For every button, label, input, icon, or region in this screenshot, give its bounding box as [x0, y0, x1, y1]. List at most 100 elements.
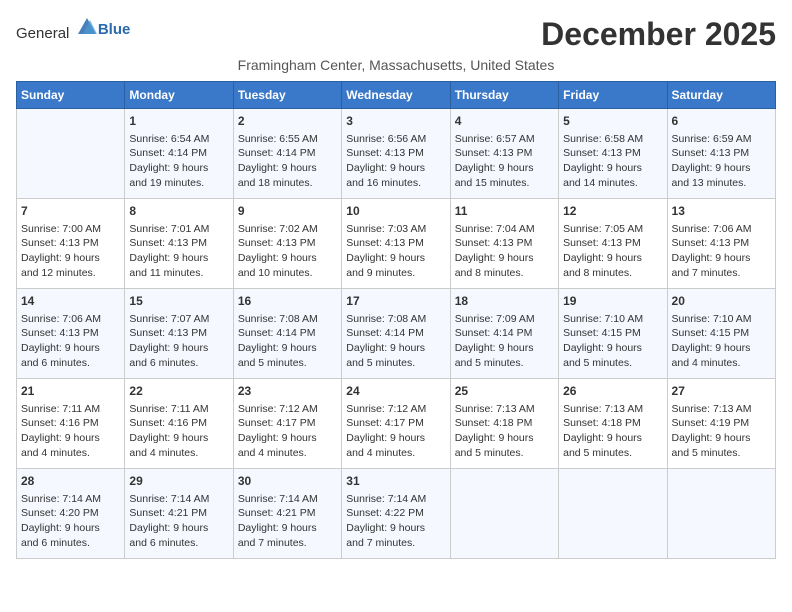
day-number: 21 [21, 383, 120, 400]
calendar-cell: 14 Sunrise: 7:06 AM Sunset: 4:13 PM Dayli… [17, 289, 125, 379]
calendar-cell: 23Sunrise: 7:12 AM Sunset: 4:17 PM Dayli… [233, 379, 341, 469]
day-number: 9 [238, 203, 337, 220]
day-number: 20 [672, 293, 771, 310]
calendar-cell: 27 Sunrise: 7:13 AM Sunset: 4:19 PM Dayli… [667, 379, 775, 469]
day-info: Sunrise: 7:11 AM Sunset: 4:16 PM Dayligh… [21, 402, 120, 461]
day-info: Sunrise: 7:13 AM Sunset: 4:18 PM Dayligh… [455, 402, 554, 461]
day-info: Sunrise: 6:58 AM Sunset: 4:13 PM Dayligh… [563, 132, 662, 191]
day-info: Sunrise: 7:03 AM Sunset: 4:13 PM Dayligh… [346, 222, 445, 281]
day-number: 2 [238, 113, 337, 130]
header-day-thursday: Thursday [450, 82, 558, 109]
day-info: Sunrise: 7:07 AM Sunset: 4:13 PM Dayligh… [129, 312, 228, 371]
day-info: Sunrise: 7:01 AM Sunset: 4:13 PM Dayligh… [129, 222, 228, 281]
day-number: 31 [346, 473, 445, 490]
calendar-cell: 3 Sunrise: 6:56 AM Sunset: 4:13 PM Daylig… [342, 109, 450, 199]
day-number: 28 [21, 473, 120, 490]
day-info: Sunrise: 6:54 AM Sunset: 4:14 PM Dayligh… [129, 132, 228, 191]
calendar-cell: 26 Sunrise: 7:13 AM Sunset: 4:18 PM Dayli… [559, 379, 667, 469]
calendar-cell: 20 Sunrise: 7:10 AM Sunset: 4:15 PM Dayli… [667, 289, 775, 379]
day-info: Sunrise: 7:12 AM Sunset: 4:17 PM Dayligh… [346, 402, 445, 461]
day-info: Sunrise: 7:10 AM Sunset: 4:15 PM Dayligh… [672, 312, 771, 371]
day-number: 15 [129, 293, 228, 310]
calendar-cell: 2 Sunrise: 6:55 AM Sunset: 4:14 PM Daylig… [233, 109, 341, 199]
day-number: 11 [455, 203, 554, 220]
day-number: 17 [346, 293, 445, 310]
day-info: Sunrise: 6:56 AM Sunset: 4:13 PM Dayligh… [346, 132, 445, 191]
day-info: Sunrise: 7:14 AM Sunset: 4:21 PM Dayligh… [129, 492, 228, 551]
page-header: General Blue December 2025 [16, 16, 776, 53]
location-title: Framingham Center, Massachusetts, United… [16, 57, 776, 73]
day-number: 18 [455, 293, 554, 310]
calendar-week-row: 7 Sunrise: 7:00 AM Sunset: 4:13 PM Daylig… [17, 199, 776, 289]
logo-general-text: General [16, 25, 69, 42]
day-info: Sunrise: 7:14 AM Sunset: 4:22 PM Dayligh… [346, 492, 445, 551]
day-info: Sunrise: 7:12 AM Sunset: 4:17 PM Dayligh… [238, 402, 337, 461]
day-number: 4 [455, 113, 554, 130]
calendar-week-row: 28 Sunrise: 7:14 AM Sunset: 4:20 PM Dayli… [17, 469, 776, 559]
day-number: 10 [346, 203, 445, 220]
day-info: Sunrise: 6:55 AM Sunset: 4:14 PM Dayligh… [238, 132, 337, 191]
day-number: 26 [563, 383, 662, 400]
day-number: 3 [346, 113, 445, 130]
header-day-saturday: Saturday [667, 82, 775, 109]
day-number: 14 [21, 293, 120, 310]
day-info: Sunrise: 7:13 AM Sunset: 4:19 PM Dayligh… [672, 402, 771, 461]
calendar-cell: 7 Sunrise: 7:00 AM Sunset: 4:13 PM Daylig… [17, 199, 125, 289]
day-info: Sunrise: 7:14 AM Sunset: 4:20 PM Dayligh… [21, 492, 120, 551]
calendar-cell: 15 Sunrise: 7:07 AM Sunset: 4:13 PM Dayli… [125, 289, 233, 379]
calendar-cell: 30 Sunrise: 7:14 AM Sunset: 4:21 PM Dayli… [233, 469, 341, 559]
calendar-cell: 11 Sunrise: 7:04 AM Sunset: 4:13 PM Dayli… [450, 199, 558, 289]
day-number: 22 [129, 383, 228, 400]
header-day-friday: Friday [559, 82, 667, 109]
day-info: Sunrise: 7:11 AM Sunset: 4:16 PM Dayligh… [129, 402, 228, 461]
calendar-cell: 9 Sunrise: 7:02 AM Sunset: 4:13 PM Daylig… [233, 199, 341, 289]
calendar-cell: 4 Sunrise: 6:57 AM Sunset: 4:13 PM Daylig… [450, 109, 558, 199]
calendar-cell: 13 Sunrise: 7:06 AM Sunset: 4:13 PM Dayli… [667, 199, 775, 289]
header-day-tuesday: Tuesday [233, 82, 341, 109]
day-info: Sunrise: 7:05 AM Sunset: 4:13 PM Dayligh… [563, 222, 662, 281]
day-info: Sunrise: 7:02 AM Sunset: 4:13 PM Dayligh… [238, 222, 337, 281]
day-number: 8 [129, 203, 228, 220]
calendar-cell: 16Sunrise: 7:08 AM Sunset: 4:14 PM Dayli… [233, 289, 341, 379]
calendar-week-row: 1Sunrise: 6:54 AM Sunset: 4:14 PM Daylig… [17, 109, 776, 199]
calendar-cell: 12 Sunrise: 7:05 AM Sunset: 4:13 PM Dayli… [559, 199, 667, 289]
calendar-cell: 19 Sunrise: 7:10 AM Sunset: 4:15 PM Dayli… [559, 289, 667, 379]
day-number: 5 [563, 113, 662, 130]
day-number: 30 [238, 473, 337, 490]
day-info: Sunrise: 6:57 AM Sunset: 4:13 PM Dayligh… [455, 132, 554, 191]
day-info: Sunrise: 7:08 AM Sunset: 4:14 PM Dayligh… [346, 312, 445, 371]
calendar-cell: 24Sunrise: 7:12 AM Sunset: 4:17 PM Dayli… [342, 379, 450, 469]
day-number: 16 [238, 293, 337, 310]
day-number: 12 [563, 203, 662, 220]
logo-icon [76, 16, 98, 38]
day-info: Sunrise: 7:10 AM Sunset: 4:15 PM Dayligh… [563, 312, 662, 371]
month-year-title: December 2025 [541, 16, 776, 53]
header-day-sunday: Sunday [17, 82, 125, 109]
day-number: 27 [672, 383, 771, 400]
day-info: Sunrise: 7:06 AM Sunset: 4:13 PM Dayligh… [21, 312, 120, 371]
calendar-cell: 1Sunrise: 6:54 AM Sunset: 4:14 PM Daylig… [125, 109, 233, 199]
day-info: Sunrise: 7:06 AM Sunset: 4:13 PM Dayligh… [672, 222, 771, 281]
calendar-cell: 21 Sunrise: 7:11 AM Sunset: 4:16 PM Dayli… [17, 379, 125, 469]
day-info: Sunrise: 7:13 AM Sunset: 4:18 PM Dayligh… [563, 402, 662, 461]
day-number: 13 [672, 203, 771, 220]
day-number: 19 [563, 293, 662, 310]
calendar-cell: 25Sunrise: 7:13 AM Sunset: 4:18 PM Dayli… [450, 379, 558, 469]
day-number: 29 [129, 473, 228, 490]
calendar-cell [667, 469, 775, 559]
day-info: Sunrise: 6:59 AM Sunset: 4:13 PM Dayligh… [672, 132, 771, 191]
logo: General Blue [16, 16, 130, 43]
day-info: Sunrise: 7:14 AM Sunset: 4:21 PM Dayligh… [238, 492, 337, 551]
calendar-cell: 31 Sunrise: 7:14 AM Sunset: 4:22 PM Dayli… [342, 469, 450, 559]
day-info: Sunrise: 7:00 AM Sunset: 4:13 PM Dayligh… [21, 222, 120, 281]
calendar-cell: 17 Sunrise: 7:08 AM Sunset: 4:14 PM Dayli… [342, 289, 450, 379]
calendar-cell [559, 469, 667, 559]
day-number: 7 [21, 203, 120, 220]
calendar-week-row: 14 Sunrise: 7:06 AM Sunset: 4:13 PM Dayli… [17, 289, 776, 379]
calendar-cell: 6Sunrise: 6:59 AM Sunset: 4:13 PM Daylig… [667, 109, 775, 199]
logo-blue-text: Blue [98, 21, 131, 38]
calendar-cell: 22 Sunrise: 7:11 AM Sunset: 4:16 PM Dayli… [125, 379, 233, 469]
header-day-wednesday: Wednesday [342, 82, 450, 109]
header-day-monday: Monday [125, 82, 233, 109]
day-info: Sunrise: 7:04 AM Sunset: 4:13 PM Dayligh… [455, 222, 554, 281]
